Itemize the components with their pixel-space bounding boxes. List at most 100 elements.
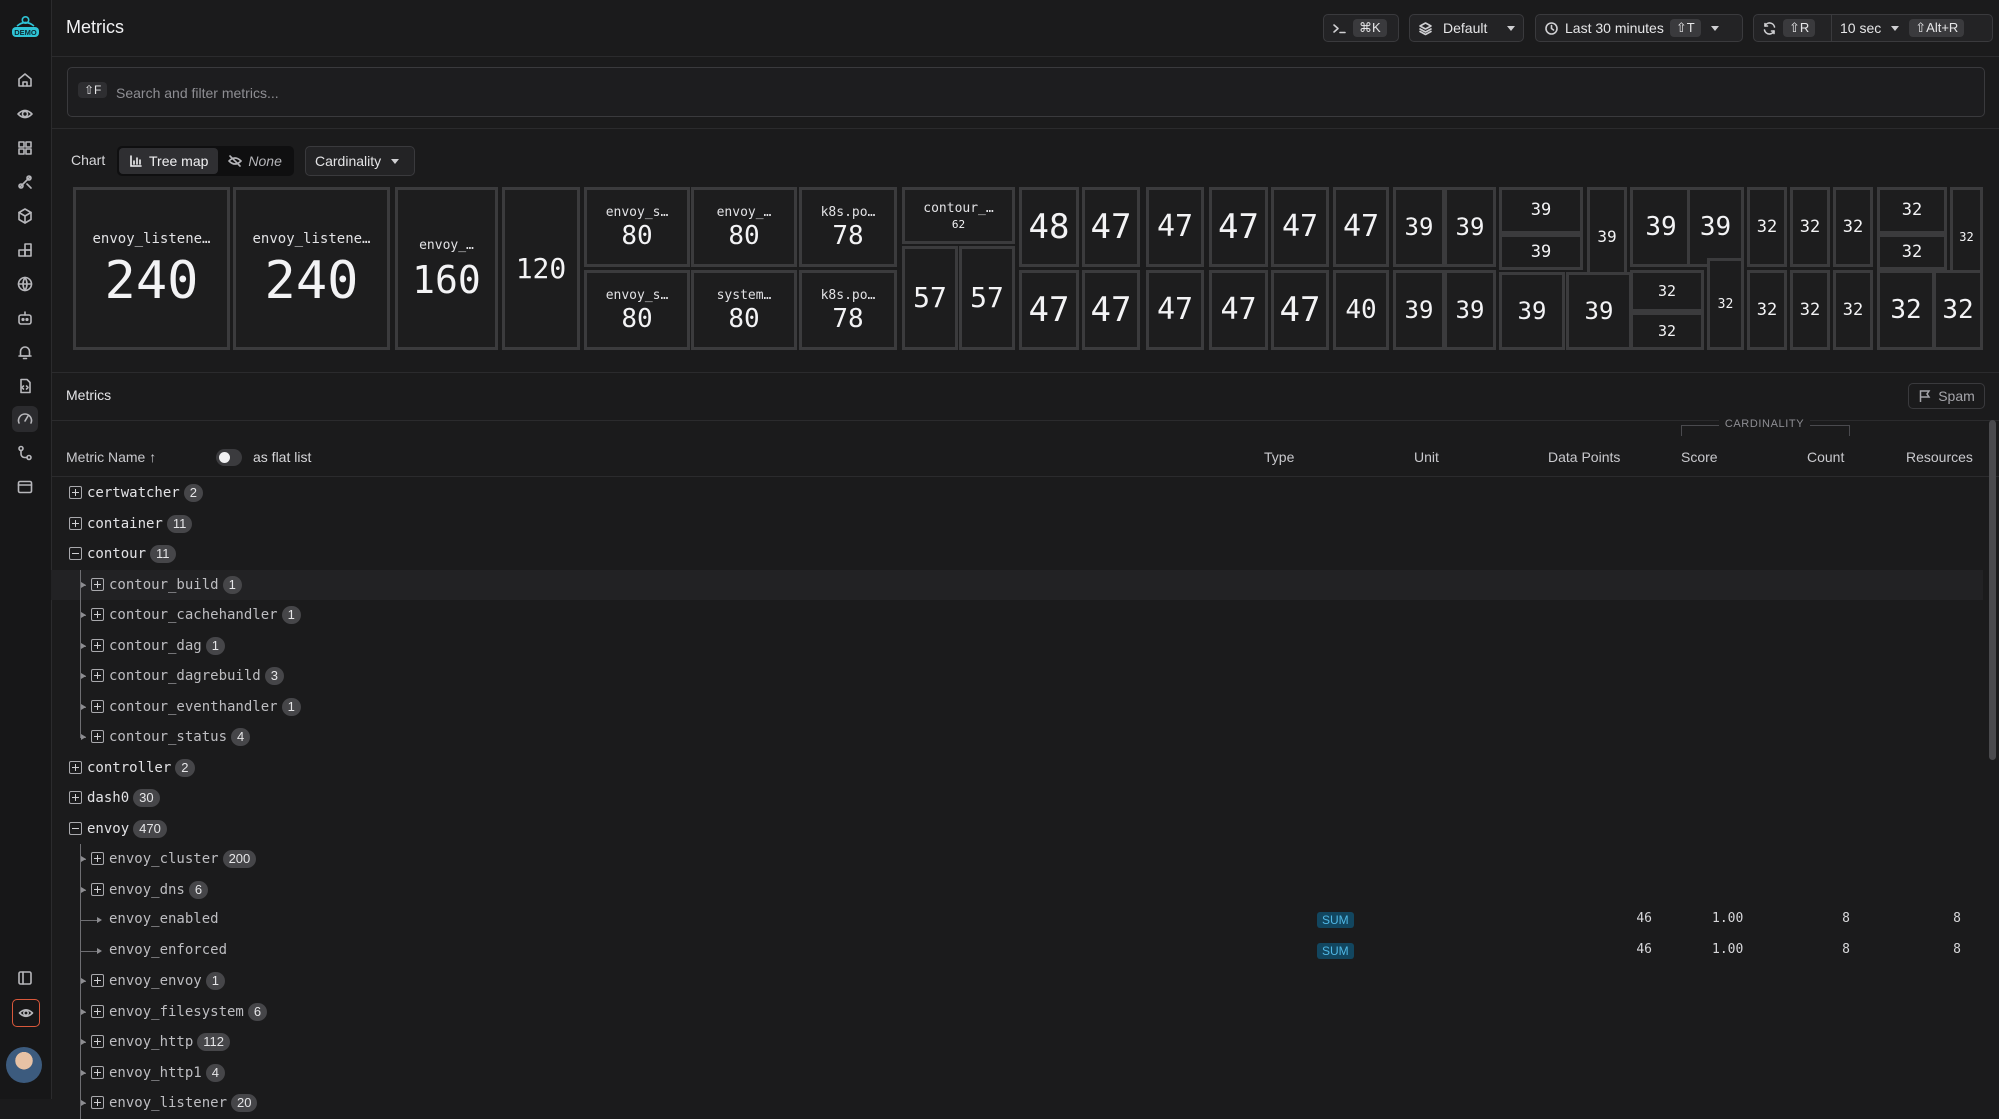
treemap-tile[interactable]: envoy_… 80 xyxy=(691,187,797,267)
treemap-tile[interactable]: 39 xyxy=(1444,187,1496,267)
collapse-sidebar-icon[interactable] xyxy=(12,965,38,991)
treemap-tile[interactable]: 47 xyxy=(1082,270,1140,350)
spam-button[interactable]: Spam xyxy=(1908,383,1985,409)
treemap-tile[interactable]: 32 xyxy=(1630,270,1704,312)
tree-group-row[interactable]: certwatcher 2 xyxy=(51,478,1983,508)
treemap-tile[interactable]: 39 xyxy=(1393,187,1445,267)
browser-icon[interactable] xyxy=(12,474,38,500)
tree-group-row[interactable]: controller 2 xyxy=(51,753,1983,783)
metric-name[interactable]: envoy_envoy 1 xyxy=(109,972,225,990)
expand-icon[interactable] xyxy=(91,1005,104,1018)
treemap-tile[interactable]: 32 xyxy=(1707,258,1744,350)
tree-child-row[interactable]: contour_cachehandler 1 xyxy=(51,600,1983,631)
dashboards-icon[interactable] xyxy=(12,135,38,161)
metric-name[interactable]: container 11 xyxy=(87,515,193,533)
expand-icon[interactable] xyxy=(91,669,104,682)
collapse-icon[interactable] xyxy=(69,822,82,835)
treemap-tile[interactable]: 57 xyxy=(959,246,1015,350)
expand-icon[interactable] xyxy=(91,578,104,591)
chart-metric-select[interactable]: Cardinality xyxy=(305,146,415,176)
treemap-tile[interactable]: 32 xyxy=(1833,270,1873,350)
column-data-points[interactable]: Data Points xyxy=(1548,449,1620,465)
treemap-tile[interactable]: 40 xyxy=(1333,270,1389,350)
tree-child-row[interactable]: contour_dag 1 xyxy=(51,631,1983,662)
treemap-tile[interactable]: 39 xyxy=(1444,270,1496,350)
metrics-gauge-icon[interactable] xyxy=(12,406,38,432)
treemap-tile[interactable]: envoy_listene… 240 xyxy=(233,187,390,350)
expand-icon[interactable] xyxy=(91,883,104,896)
metric-name[interactable]: envoy_enabled xyxy=(109,911,219,927)
treemap-tile[interactable]: 39 xyxy=(1566,272,1632,350)
expand-icon[interactable] xyxy=(91,1096,104,1109)
treemap-tile[interactable]: 32 xyxy=(1790,270,1830,350)
treemap-tile[interactable]: 39 xyxy=(1687,187,1744,267)
metric-name[interactable]: envoy 470 xyxy=(87,820,167,838)
tracing-icon[interactable] xyxy=(12,169,38,195)
integrations-icon[interactable] xyxy=(12,237,38,263)
column-count[interactable]: Count xyxy=(1807,449,1844,465)
expand-icon[interactable] xyxy=(91,730,104,743)
tree-child-row[interactable]: envoy_listener 20 xyxy=(51,1088,1983,1119)
treemap-tile[interactable]: system… 80 xyxy=(691,270,797,350)
scrollbar[interactable] xyxy=(1989,420,1996,760)
treemap-tile[interactable]: 32 xyxy=(1877,187,1947,234)
logs-icon[interactable] xyxy=(12,373,38,399)
metric-name[interactable]: contour_dag 1 xyxy=(109,637,225,655)
treemap-tile[interactable]: 32 xyxy=(1630,312,1704,350)
metric-name[interactable]: envoy_http1 4 xyxy=(109,1064,225,1082)
metric-name[interactable]: envoy_listener 20 xyxy=(109,1094,258,1112)
tree-child-row[interactable]: contour_eventhandler 1 xyxy=(51,692,1983,723)
treemap-option[interactable]: Tree map xyxy=(119,148,219,174)
home-icon[interactable] xyxy=(12,67,38,93)
avatar[interactable] xyxy=(6,1047,42,1083)
metric-name[interactable]: envoy_filesystem 6 xyxy=(109,1003,268,1021)
treemap-tile[interactable]: 47 xyxy=(1146,187,1204,267)
treemap-tile[interactable]: 39 xyxy=(1499,272,1565,350)
expand-icon[interactable] xyxy=(91,700,104,713)
column-resources[interactable]: Resources xyxy=(1906,449,1973,465)
globe-icon[interactable] xyxy=(12,271,38,297)
demo-mode-icon[interactable] xyxy=(12,999,40,1027)
treemap-tile[interactable]: k8s.po… 78 xyxy=(799,187,897,267)
expand-icon[interactable] xyxy=(91,608,104,621)
treemap-tile[interactable]: 47 xyxy=(1333,187,1389,267)
tree-child-row[interactable]: envoy_enforced SUM 46 1.00 8 8 xyxy=(51,936,1983,967)
demo-logo[interactable]: DEMO xyxy=(10,14,41,40)
column-score[interactable]: Score xyxy=(1681,449,1718,465)
robot-icon[interactable] xyxy=(12,305,38,331)
treemap-tile[interactable]: 32 xyxy=(1747,187,1787,267)
search-input[interactable] xyxy=(114,81,1918,105)
treemap-tile[interactable]: 32 xyxy=(1790,187,1830,267)
tree-child-row[interactable]: contour_status 4 xyxy=(51,722,1983,752)
treemap-tile[interactable]: 39 xyxy=(1630,187,1692,267)
treemap-tile[interactable]: 48 xyxy=(1019,187,1079,267)
treemap-tile[interactable]: 57 xyxy=(902,246,958,350)
expand-icon[interactable] xyxy=(69,517,82,530)
expand-icon[interactable] xyxy=(91,1066,104,1079)
treemap-tile[interactable]: 120 xyxy=(502,187,580,350)
treemap-tile[interactable]: k8s.po… 78 xyxy=(799,270,897,350)
expand-icon[interactable] xyxy=(91,1035,104,1048)
tree-child-row[interactable]: envoy_filesystem 6 xyxy=(51,997,1983,1028)
metric-name[interactable]: contour_build 1 xyxy=(109,576,242,594)
tree-child-row[interactable]: envoy_dns 6 xyxy=(51,875,1983,906)
treemap-tile[interactable]: 32 xyxy=(1747,270,1787,350)
treemap-tile[interactable]: 47 xyxy=(1271,270,1329,350)
metric-name[interactable]: contour_dagrebuild 3 xyxy=(109,667,284,685)
metric-name[interactable]: dash0 30 xyxy=(87,789,160,807)
treemap-tile[interactable]: 39 xyxy=(1499,234,1583,270)
metric-name[interactable]: controller 2 xyxy=(87,759,195,777)
refresh-interval-select[interactable]: 10 sec ⇧Alt+R xyxy=(1831,14,1993,42)
treemap-tile[interactable]: 47 xyxy=(1082,187,1140,267)
command-palette-button[interactable]: ⌘K xyxy=(1323,14,1399,42)
tree-group-row[interactable]: dash0 30 xyxy=(51,783,1983,813)
metric-name[interactable]: contour_status 4 xyxy=(109,728,251,746)
treemap-tile[interactable]: envoy_s… 80 xyxy=(584,270,690,350)
treemap-tile[interactable]: 39 xyxy=(1499,187,1583,234)
resources-icon[interactable] xyxy=(12,203,38,229)
tree-child-row[interactable]: contour_build 1 xyxy=(51,570,1983,601)
tree-group-row[interactable]: container 11 xyxy=(51,509,1983,539)
time-range-select[interactable]: Last 30 minutes ⇧T xyxy=(1535,14,1743,42)
bell-icon[interactable] xyxy=(12,339,38,365)
tree-child-row[interactable]: envoy_http1 4 xyxy=(51,1058,1983,1089)
